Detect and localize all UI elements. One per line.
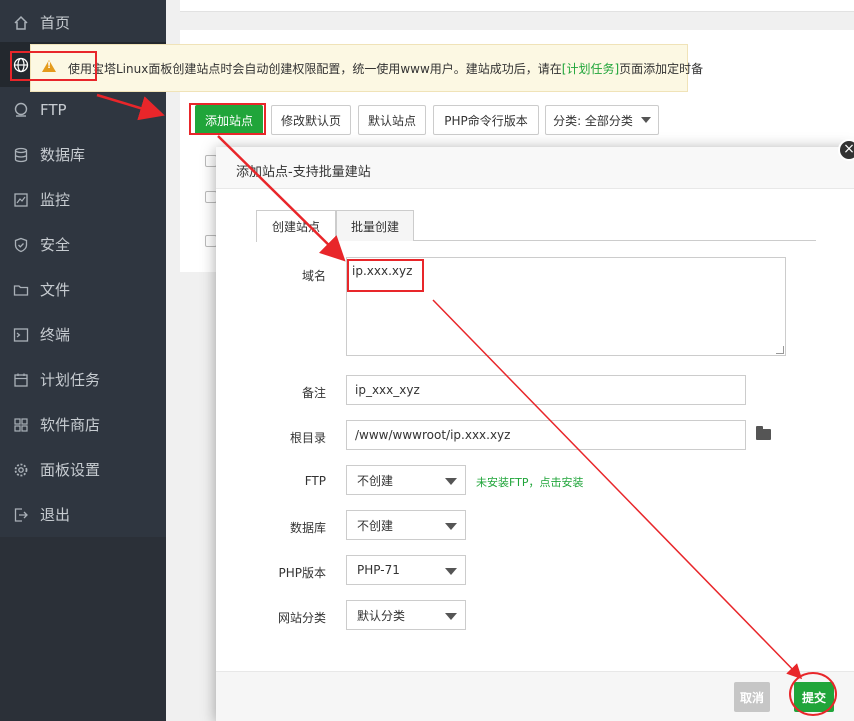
- cancel-button[interactable]: 取消: [734, 682, 770, 712]
- alert-text-after: 页面添加定时备: [619, 62, 704, 76]
- calendar-icon: [12, 371, 30, 389]
- sidebar-item-label: 面板设置: [40, 461, 101, 479]
- edit-default-page-button[interactable]: 修改默认页: [271, 105, 351, 135]
- remark-label: 备注: [301, 386, 326, 400]
- sidebar-item-files[interactable]: 文件: [0, 267, 166, 312]
- sidebar-item-database[interactable]: 数据库: [0, 132, 166, 177]
- home-icon: [12, 14, 30, 32]
- add-site-dialog: 添加站点-支持批量建站 创建站点 批量创建 域名 ip.xxx.xyz 备注 i…: [216, 147, 854, 721]
- database-icon: [12, 146, 30, 164]
- sidebar-item-home[interactable]: 首页: [0, 0, 166, 45]
- top-card: [180, 0, 854, 12]
- sidebar-item-label: FTP: [40, 100, 67, 119]
- dialog-title: 添加站点-支持批量建站: [236, 165, 371, 180]
- sidebar-footer: [0, 537, 166, 721]
- sidebar-item-logout[interactable]: 退出: [0, 492, 166, 537]
- sidebar-item-label: 首页: [40, 14, 71, 32]
- site-category-select[interactable]: 默认分类: [346, 600, 466, 630]
- php-cli-version-button[interactable]: PHP命令行版本: [433, 105, 539, 135]
- dialog-footer: 取消 提交: [216, 671, 854, 721]
- database-select-value: 不创建: [357, 518, 394, 533]
- sidebar-item-store[interactable]: 软件商店: [0, 402, 166, 447]
- resize-handle[interactable]: [776, 346, 784, 354]
- chevron-down-icon: [445, 568, 457, 575]
- sidebar-item-label: 终端: [40, 326, 71, 344]
- sidebar-item-terminal[interactable]: 终端: [0, 312, 166, 357]
- chevron-down-icon: [445, 613, 457, 620]
- root-dir-label: 根目录: [289, 431, 326, 445]
- tab-create-site[interactable]: 创建站点: [256, 210, 336, 242]
- annotation-box-domain: [347, 259, 424, 292]
- domain-label: 域名: [301, 269, 326, 283]
- ftp-label: FTP: [304, 474, 326, 488]
- category-filter-select[interactable]: 分类: 全部分类: [545, 105, 659, 135]
- cron-link[interactable]: [计划任务]: [562, 62, 619, 76]
- annotation-box-add-site: [189, 103, 266, 135]
- info-alert: 使用宝塔Linux面板创建站点时会自动创建权限配置，统一使用www用户。建站成功…: [30, 44, 703, 92]
- category-filter-label: 分类: 全部分类: [553, 113, 633, 128]
- alert-text: 使用宝塔Linux面板创建站点时会自动创建权限配置，统一使用www用户。建站成功…: [68, 60, 703, 77]
- sidebar-item-ftp[interactable]: FTP: [0, 87, 166, 132]
- ftp-select-value: 不创建: [357, 473, 394, 488]
- ftp-select[interactable]: 不创建: [346, 465, 466, 495]
- install-ftp-link[interactable]: 未安装FTP，点击安装: [476, 474, 584, 490]
- dialog-tabs: 创建站点 批量创建: [256, 210, 816, 242]
- php-version-label: PHP版本: [278, 566, 327, 580]
- folder-open-icon[interactable]: [756, 426, 771, 440]
- database-select[interactable]: 不创建: [346, 510, 466, 540]
- database-label: 数据库: [289, 521, 326, 535]
- sidebar-item-label: 计划任务: [40, 371, 101, 389]
- sidebar-item-settings[interactable]: 面板设置: [0, 447, 166, 492]
- sidebar-item-label: 退出: [40, 506, 71, 524]
- php-version-value: PHP-71: [357, 563, 400, 577]
- sidebar-item-monitor[interactable]: 监控: [0, 177, 166, 222]
- tab-batch-create[interactable]: 批量创建: [336, 210, 414, 241]
- grid-icon: [12, 416, 30, 434]
- sidebar-item-label: 软件商店: [40, 416, 101, 434]
- chevron-down-icon: [445, 523, 457, 530]
- sidebar-item-cron[interactable]: 计划任务: [0, 357, 166, 402]
- sidebar: 首页 网站 FTP 数据库 监控 安全 文件: [0, 0, 166, 721]
- folder-icon: [12, 281, 30, 299]
- close-icon[interactable]: ×: [838, 139, 854, 161]
- gear-icon: [12, 461, 30, 479]
- terminal-icon: [12, 326, 30, 344]
- sidebar-item-label: 文件: [40, 281, 71, 299]
- ftp-icon: [12, 101, 30, 119]
- sidebar-item-security[interactable]: 安全: [0, 222, 166, 267]
- chevron-down-icon: [445, 478, 457, 485]
- dialog-header: 添加站点-支持批量建站: [216, 147, 854, 189]
- sidebar-item-label: 安全: [40, 236, 71, 254]
- php-version-select[interactable]: PHP-71: [346, 555, 466, 585]
- sidebar-item-label: 数据库: [40, 146, 86, 164]
- default-site-button[interactable]: 默认站点: [358, 105, 426, 135]
- remark-input[interactable]: ip_xxx_xyz: [346, 375, 746, 405]
- chevron-down-icon: [640, 117, 651, 123]
- sidebar-item-label: 监控: [40, 191, 71, 209]
- annotation-circle-submit: [789, 672, 837, 716]
- root-dir-input[interactable]: /www/wwwroot/ip.xxx.xyz: [346, 420, 746, 450]
- site-category-label: 网站分类: [277, 611, 326, 625]
- alert-text-before: 使用宝塔Linux面板创建站点时会自动创建权限配置，统一使用www用户。建站成功…: [68, 62, 562, 76]
- shield-icon: [12, 236, 30, 254]
- site-category-value: 默认分类: [357, 608, 406, 623]
- logout-icon: [12, 506, 30, 524]
- monitor-icon: [12, 191, 30, 209]
- annotation-box-website: [10, 51, 97, 81]
